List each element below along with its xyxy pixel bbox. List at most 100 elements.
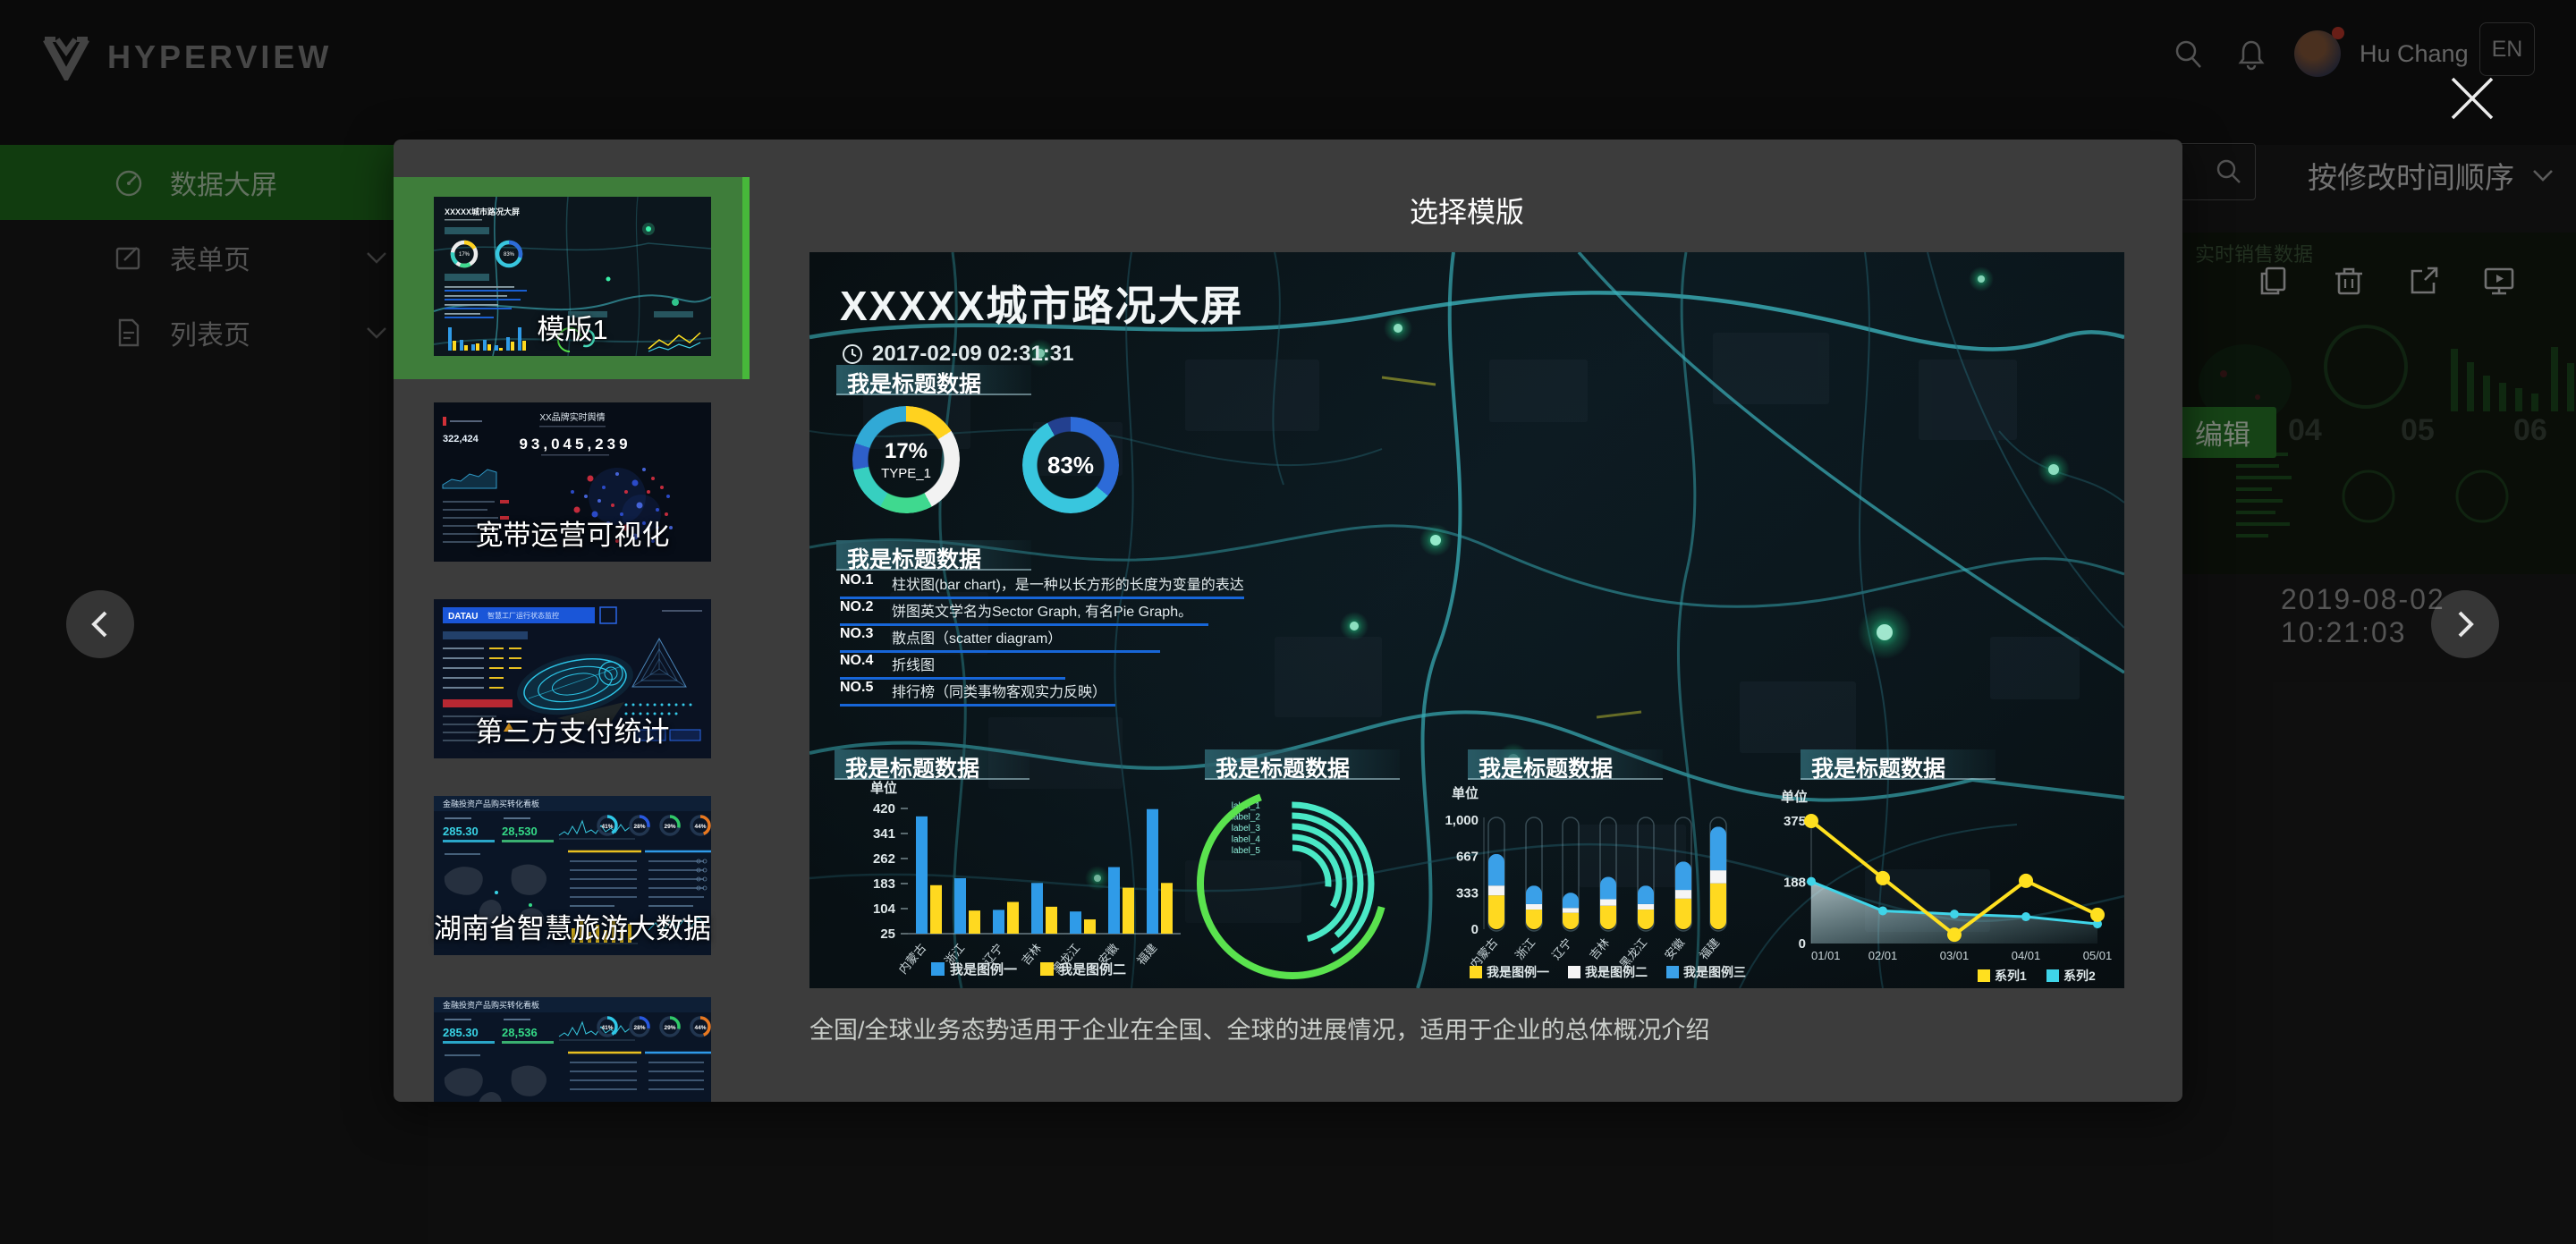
thumb-number-2: 28,530 <box>502 825 538 838</box>
template-item-1[interactable]: XXXXX城市路况大屏 17% 83% <box>434 197 711 356</box>
template-select-modal: 选择模版 <box>394 140 2182 1102</box>
section-header: 我是标题数据 <box>1801 749 1996 780</box>
ranking-item: NO.3散点图（scatter diagram） <box>840 626 1160 653</box>
thumb-big-number: 93,045,239 <box>519 436 631 453</box>
ranking-item: NO.4折线图 <box>840 653 1065 680</box>
donut-17-text: 17% TYPE_1 <box>852 406 960 513</box>
svg-text:label_5: label_5 <box>1232 846 1261 856</box>
svg-text:375: 375 <box>1784 814 1806 829</box>
selected-template-accent-bar <box>742 177 750 379</box>
section-header: 我是标题数据 <box>835 749 1030 780</box>
ranking-item: NO.1柱状图(bar chart)，是一种以长方形的长度为变量的表达 <box>840 572 1244 599</box>
template-item-2[interactable]: XX品牌实时舆情 93,045,239 322,424 <box>434 402 711 562</box>
svg-text:福建: 福建 <box>1134 941 1159 968</box>
svg-text:41%: 41% <box>601 824 613 830</box>
radial-arc-chart: label_1label_2label_3label_4label_5 <box>1192 778 1452 988</box>
svg-text:333: 333 <box>1456 885 1479 901</box>
thumb-title: XXXXX城市路况大屏 <box>445 207 520 216</box>
svg-text:0: 0 <box>1799 936 1806 952</box>
template-item-4[interactable]: 金融投资产品购买转化看板 285.30 28,530 41% 28% 29% 44% <box>434 796 711 955</box>
svg-text:label_3: label_3 <box>1232 824 1261 834</box>
svg-text:29%: 29% <box>664 824 675 830</box>
template-item-3[interactable]: DATAU 智慧工厂运行状态监控 <box>434 599 711 758</box>
svg-text:29%: 29% <box>664 1025 675 1031</box>
chevron-right-icon <box>2452 609 2479 639</box>
screen: HYPERVIEW Hu Chang EN 数据大屏 表单页 <box>0 0 2576 1244</box>
ranking-item: NO.5排行榜（同类事物客观实力反映） <box>840 680 1115 707</box>
svg-text:03/01: 03/01 <box>1940 949 1970 962</box>
pill-bar-chart: 单位1,0006673330内蒙古浙江辽宁吉林黑龙江安徽福建我是图例一我是图例二… <box>1434 778 1774 988</box>
svg-text:04/01: 04/01 <box>2012 949 2041 962</box>
svg-text:104: 104 <box>873 901 896 917</box>
preview-dashboard-title: XXXXX城市路况大屏 <box>840 274 1243 333</box>
svg-text:01/01: 01/01 <box>1811 949 1841 962</box>
clock-icon <box>842 343 863 365</box>
svg-text:单位: 单位 <box>1452 785 1479 801</box>
thumb-title: 金融投资产品购买转化看板 <box>443 1000 539 1010</box>
svg-text:我是图例二: 我是图例二 <box>1059 961 1126 977</box>
svg-text:吉林: 吉林 <box>1587 935 1612 962</box>
section-header: 我是标题数据 <box>1468 749 1663 780</box>
thumb-donut2-value: 83% <box>504 252 515 258</box>
section-header: 我是标题数据 <box>836 365 1031 395</box>
thumb-side-number: 322,424 <box>443 434 479 444</box>
thumb-number-1: 285.30 <box>443 825 479 838</box>
close-button[interactable] <box>2447 73 2497 123</box>
svg-text:我是图例一: 我是图例一 <box>1487 965 1549 979</box>
svg-text:262: 262 <box>873 851 895 867</box>
svg-text:福建: 福建 <box>1697 935 1722 962</box>
template-preview-image: XXXXX城市路况大屏 2017-02-09 02:31:31 我是标题数据 我… <box>809 252 2124 988</box>
thumb-title: 金融投资产品购买转化看板 <box>443 799 539 808</box>
svg-text:28%: 28% <box>633 1025 645 1031</box>
section-header: 我是标题数据 <box>836 540 1031 571</box>
radar-chart-graphic <box>632 639 686 687</box>
donut-83-text: 83% <box>1022 417 1119 513</box>
svg-text:28%: 28% <box>633 824 645 830</box>
modal-title: 选择模版 <box>809 190 2124 231</box>
svg-text:1,000: 1,000 <box>1445 813 1479 828</box>
svg-text:我是图例一: 我是图例一 <box>950 961 1017 977</box>
grouped-bar-chart: 单位42034126218310425内蒙古浙江辽宁吉林黑龙江安徽福建我是图例一… <box>826 778 1183 988</box>
svg-text:183: 183 <box>873 876 895 892</box>
svg-text:420: 420 <box>873 801 895 817</box>
template-label: 模版1 <box>434 307 711 347</box>
thumb-gauges: 41% 28% 29% 44% <box>598 1018 709 1036</box>
svg-text:188: 188 <box>1784 875 1806 890</box>
svg-text:辽宁: 辽宁 <box>1549 935 1574 962</box>
template-thumbnail: 金融投资产品购买转化看板 285.30 28,536 41% 28% 29% 44% <box>434 997 711 1102</box>
thumb-number-2: 28,536 <box>502 1026 538 1039</box>
thumb-title: 智慧工厂运行状态监控 <box>487 611 559 620</box>
thumb-donut1-value: 17% <box>459 252 470 258</box>
thumb-gauges: 41% 28% 29% 44% <box>598 817 709 834</box>
chevron-left-icon <box>87 609 114 639</box>
thumb-number-1: 285.30 <box>443 1026 479 1039</box>
section-header: 我是标题数据 <box>1205 749 1400 780</box>
svg-text:667: 667 <box>1456 850 1479 865</box>
svg-text:单位: 单位 <box>870 780 897 796</box>
svg-text:label_4: label_4 <box>1232 835 1261 845</box>
previous-template-button[interactable] <box>66 590 134 658</box>
svg-text:341: 341 <box>873 826 895 842</box>
svg-text:安徽: 安徽 <box>1662 935 1687 962</box>
ranking-item: NO.2饼图英文学名为Sector Graph, 有名Pie Graph。 <box>840 599 1208 626</box>
svg-text:浙江: 浙江 <box>1513 935 1538 962</box>
svg-text:0: 0 <box>1471 922 1479 937</box>
line-chart: 单位375188001/0102/0103/0104/0105/01系列1系列2 <box>1774 778 2118 988</box>
svg-text:41%: 41% <box>601 1025 613 1031</box>
svg-text:我是图例二: 我是图例二 <box>1585 965 1648 979</box>
svg-text:05/01: 05/01 <box>2083 949 2113 962</box>
thumb-brand: DATAU <box>448 612 479 622</box>
svg-text:02/01: 02/01 <box>1868 949 1898 962</box>
svg-text:内蒙古: 内蒙古 <box>896 941 929 977</box>
template-label: 湖南省智慧旅游大数据 <box>434 906 711 946</box>
svg-text:25: 25 <box>880 927 895 942</box>
template-item-5[interactable]: 金融投资产品购买转化看板 285.30 28,536 41% 28% 29% 44% <box>434 997 711 1102</box>
svg-text:系列1: 系列1 <box>1995 969 2027 983</box>
next-template-button[interactable] <box>2431 590 2499 658</box>
svg-text:44%: 44% <box>694 1025 706 1031</box>
svg-text:我是图例三: 我是图例三 <box>1683 965 1746 979</box>
svg-text:单位: 单位 <box>1781 789 1808 805</box>
template-label: 宽带运营可视化 <box>434 512 711 553</box>
svg-text:44%: 44% <box>694 824 706 830</box>
template-label: 第三方支付统计 <box>434 709 711 749</box>
